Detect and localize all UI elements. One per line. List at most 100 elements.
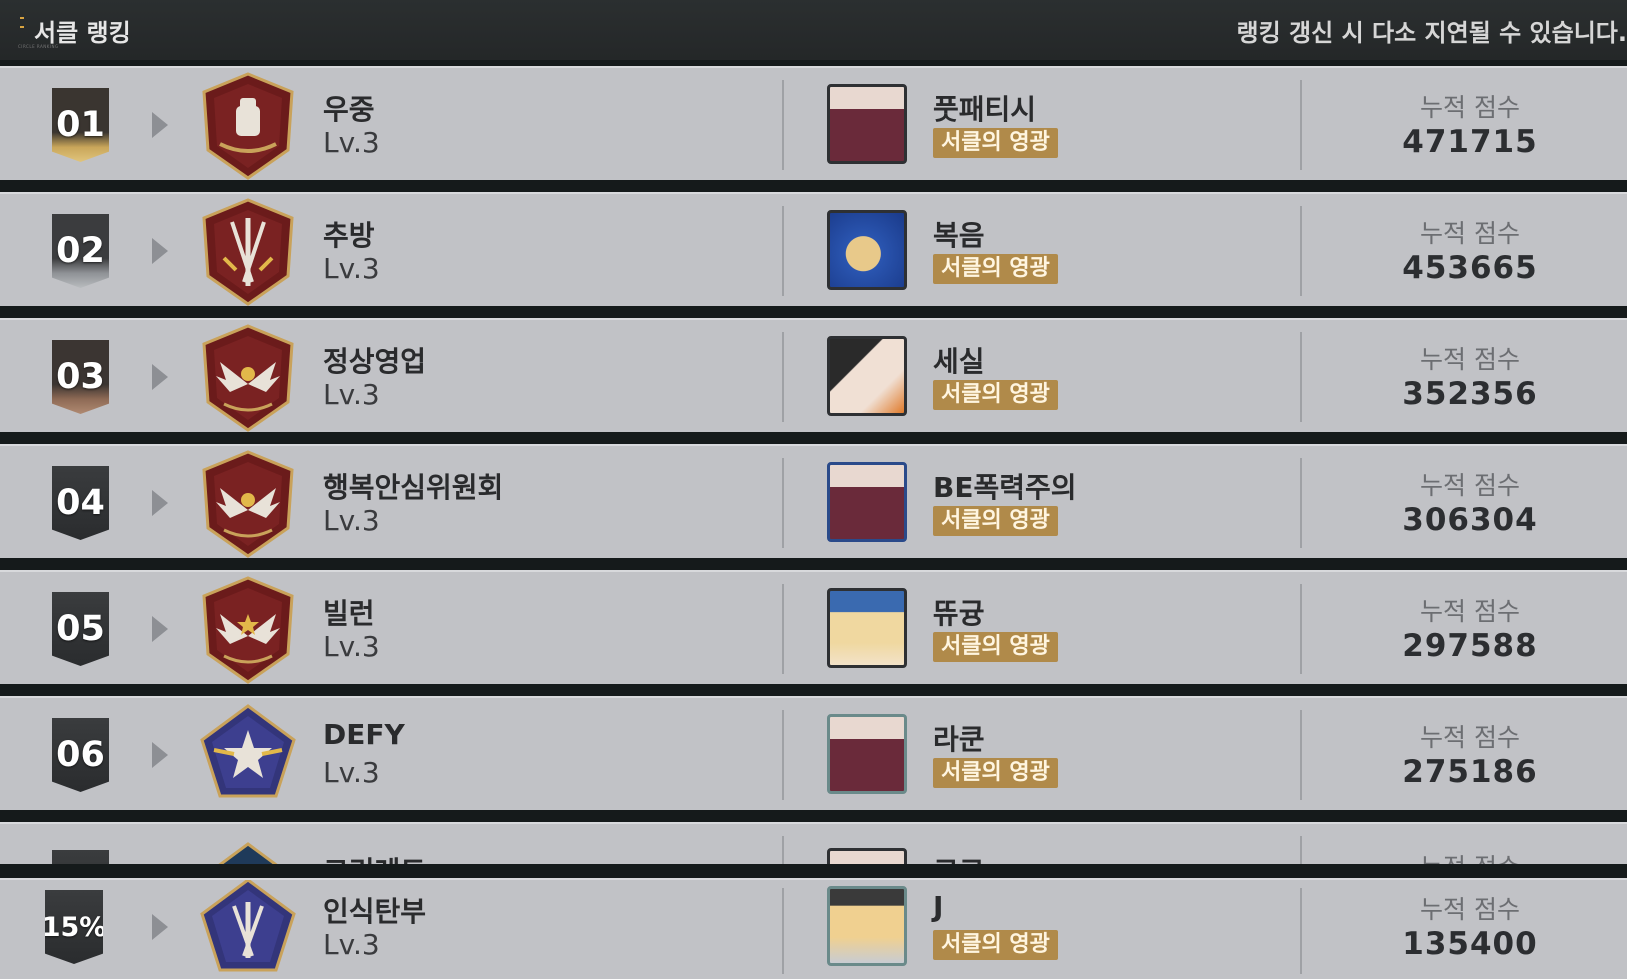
circle-name: 행복안심위원회 <box>323 471 504 504</box>
expand-arrow-icon[interactable] <box>152 238 168 264</box>
score-label: 누적 점수 <box>1420 219 1520 248</box>
title-badge: 서클의 영광 <box>933 506 1058 536</box>
column-divider <box>782 206 784 296</box>
leader-avatar[interactable] <box>827 336 907 416</box>
expand-arrow-icon[interactable] <box>152 616 168 642</box>
rank-badge: 05 <box>52 592 109 666</box>
circle-name: 우중 <box>323 93 375 126</box>
score-value: 453665 <box>1402 250 1538 286</box>
score-label: 누적 점수 <box>1420 345 1520 374</box>
column-divider <box>782 80 784 170</box>
circle-level: Lv.3 <box>323 928 380 961</box>
expand-arrow-icon[interactable] <box>152 112 168 138</box>
circle-level: Lv.3 <box>323 378 380 411</box>
leader-name: 복음 <box>933 219 985 252</box>
ranking-row[interactable]: 크리레드 코코 누적 점수 <box>0 822 1627 866</box>
star-emblem-icon <box>215 842 281 866</box>
row-separator <box>0 810 1627 822</box>
score-value: 471715 <box>1402 124 1538 160</box>
column-divider <box>1300 584 1302 674</box>
column-divider <box>782 888 784 974</box>
sword-emblem-icon <box>202 198 294 306</box>
leader-name: 뜌귱 <box>933 597 985 630</box>
circle-level: Lv.3 <box>323 504 380 537</box>
title-badge: 서클의 영광 <box>933 632 1058 662</box>
rank-badge: 02 <box>52 214 109 288</box>
header-mark-icon <box>20 17 24 28</box>
column-divider <box>782 710 784 800</box>
row-separator <box>0 432 1627 444</box>
column-divider <box>782 332 784 422</box>
column-divider <box>1300 710 1302 800</box>
column-divider <box>782 836 784 866</box>
sword-emblem-icon <box>200 880 296 972</box>
row-separator <box>0 864 1627 878</box>
score-label: 누적 점수 <box>1420 597 1520 626</box>
score-value: 306304 <box>1402 502 1538 538</box>
circle-level: Lv.3 <box>323 126 380 159</box>
leader-avatar[interactable] <box>827 210 907 290</box>
column-divider <box>1300 458 1302 548</box>
circle-name: 추방 <box>323 219 375 252</box>
circle-name: DEFY <box>323 718 405 751</box>
rank-badge: 06 <box>52 718 109 792</box>
rank-badge: 04 <box>52 466 109 540</box>
expand-arrow-icon[interactable] <box>152 914 168 940</box>
row-separator <box>0 306 1627 318</box>
leader-name: BE폭력주의 <box>933 471 1077 504</box>
leader-name: 라쿤 <box>933 723 985 756</box>
ranking-row[interactable]: 06 DEFY Lv.3 라쿤 서클의 영광 누적 점수 275186 <box>0 696 1627 812</box>
rank-percent-badge: 15% <box>45 890 103 964</box>
circle-level: Lv.3 <box>323 756 380 789</box>
page-title: 서클 랭킹 <box>34 19 131 47</box>
rank-badge: 01 <box>52 88 109 162</box>
score-label: 누적 점수 <box>1420 93 1520 122</box>
score-label: 누적 점수 <box>1420 723 1520 752</box>
score-value: 275186 <box>1402 754 1538 790</box>
title-badge: 서클의 영광 <box>933 930 1058 960</box>
ranking-row[interactable]: 01 우중 Lv.3 풋패티시 서클의 영광 누적 점수 471715 <box>0 66 1627 182</box>
ranking-row[interactable]: 05 빌런 Lv.3 뜌귱 서클의 영광 누적 점수 297588 <box>0 570 1627 686</box>
leader-avatar[interactable] <box>827 84 907 164</box>
column-divider <box>1300 888 1302 974</box>
score-value: 135400 <box>1402 926 1538 962</box>
wings-emblem-icon <box>202 576 294 684</box>
leader-avatar[interactable] <box>827 462 907 542</box>
star-emblem-icon <box>200 704 296 798</box>
leader-name: 풋패티시 <box>933 93 1037 126</box>
ranking-row[interactable]: 03 정상영업 Lv.3 세실 서클의 영광 누적 점수 352356 <box>0 318 1627 434</box>
row-separator <box>0 180 1627 192</box>
leader-avatar[interactable] <box>827 588 907 668</box>
title-badge: 서클의 영광 <box>933 128 1058 158</box>
title-badge: 서클의 영광 <box>933 254 1058 284</box>
score-label: 누적 점수 <box>1420 895 1520 924</box>
circle-name: 정상영업 <box>323 345 427 378</box>
my-circle-row[interactable]: 15% 인식탄부 Lv.3 J 서클의 영광 누적 점수 135400 <box>0 878 1627 979</box>
expand-arrow-icon[interactable] <box>152 742 168 768</box>
wings-emblem-icon <box>202 324 294 432</box>
column-divider <box>1300 206 1302 296</box>
expand-arrow-icon[interactable] <box>152 490 168 516</box>
column-divider <box>1300 836 1302 866</box>
leader-name: 세실 <box>933 345 985 378</box>
leader-avatar[interactable] <box>827 886 907 966</box>
leader-avatar[interactable] <box>827 714 907 794</box>
row-separator <box>0 558 1627 570</box>
score-value: 297588 <box>1402 628 1538 664</box>
score-label: 누적 점수 <box>1420 471 1520 500</box>
row-separator <box>0 684 1627 696</box>
ranking-row[interactable]: 02 추방 Lv.3 복음 서클의 영광 누적 점수 453665 <box>0 192 1627 308</box>
score-value: 352356 <box>1402 376 1538 412</box>
ranking-row[interactable]: 04 행복안심위원회 Lv.3 BE폭력주의 서클의 영광 누적 점수 3063… <box>0 444 1627 560</box>
circle-level: Lv.3 <box>323 630 380 663</box>
rank-badge: 03 <box>52 340 109 414</box>
circle-level: Lv.3 <box>323 252 380 285</box>
column-divider <box>1300 332 1302 422</box>
column-divider <box>782 584 784 674</box>
circle-name: 빌런 <box>323 597 375 630</box>
expand-arrow-icon[interactable] <box>152 364 168 390</box>
fist-emblem-icon <box>202 72 294 180</box>
column-divider <box>1300 80 1302 170</box>
title-badge: 서클의 영광 <box>933 380 1058 410</box>
column-divider <box>782 458 784 548</box>
